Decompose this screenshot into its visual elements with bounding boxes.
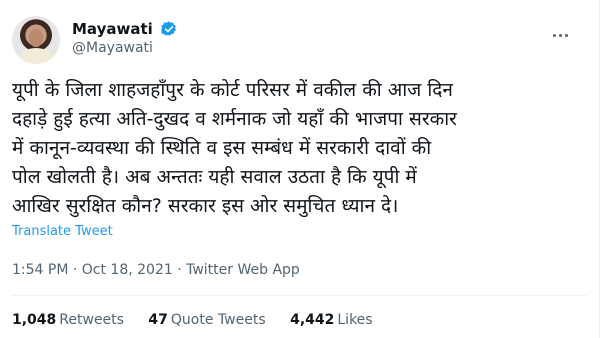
likes-label: Likes <box>337 312 373 328</box>
tweet-timestamp[interactable]: 1:54 PM · Oct 18, 2021 · Twitter Web App <box>12 262 300 278</box>
avatar[interactable] <box>12 16 60 64</box>
retweets-stat[interactable]: 1,048 Retweets <box>12 312 124 328</box>
tweet-header: Mayawati @Mayawati <box>12 14 587 64</box>
tweet-text: यूपी के जिला शाहजहाँपुर के कोर्ट परिसर म… <box>12 79 457 217</box>
author-names: Mayawati @Mayawati <box>72 18 178 56</box>
retweets-count: 1,048 <box>12 312 57 328</box>
avatar-body <box>20 48 52 64</box>
likes-count: 4,442 <box>290 312 335 328</box>
quote-tweets-stat[interactable]: 47 Quote Tweets <box>148 312 265 328</box>
quote-tweets-count: 47 <box>148 312 168 328</box>
more-dot <box>552 34 556 37</box>
more-options-icon[interactable] <box>551 22 581 42</box>
author-display-name[interactable]: Mayawati <box>72 20 153 38</box>
tweet-card: Mayawati @Mayawati यूपी के जिला शाहजहाँप… <box>0 0 600 338</box>
avatar-face <box>29 29 43 47</box>
verified-badge-icon <box>161 20 176 36</box>
quote-tweets-label: Quote Tweets <box>170 312 266 328</box>
retweets-label: Retweets <box>59 312 124 328</box>
translate-tweet-link[interactable]: Translate Tweet <box>12 224 113 239</box>
more-dot <box>558 34 562 37</box>
likes-stat[interactable]: 4,442 Likes <box>290 312 373 328</box>
divider <box>12 295 587 296</box>
tweet-stats: 1,048 Retweets 47 Quote Tweets 4,442 Likes <box>12 312 393 328</box>
author-handle[interactable]: @Mayawati <box>72 40 178 56</box>
more-dot <box>564 34 568 37</box>
